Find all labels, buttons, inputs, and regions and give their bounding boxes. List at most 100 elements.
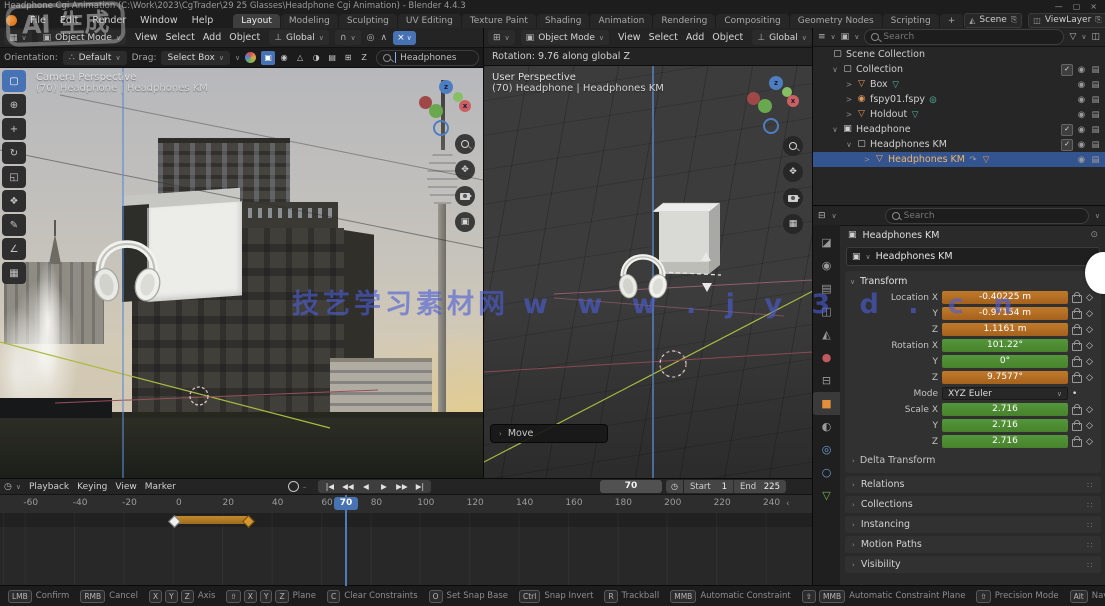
lock-icon[interactable]	[1072, 295, 1082, 303]
playback-button[interactable]: ◀	[357, 481, 374, 492]
animated-dot-icon[interactable]: •	[1072, 389, 1077, 399]
operator-panel[interactable]: › Move	[490, 424, 608, 443]
keyframe-diamond-icon[interactable]: ◇	[1086, 341, 1093, 351]
playback-button[interactable]: ▶▶	[393, 481, 410, 492]
gizmo-z-axis[interactable]: z	[769, 76, 783, 90]
filter-funnel-icon[interactable]: ▽	[1069, 32, 1076, 42]
keyframe-area[interactable]	[0, 513, 812, 586]
falloff-icon[interactable]: ∧	[380, 33, 387, 43]
grid-toggle-icon[interactable]: ▦	[783, 214, 803, 234]
viewport-menu[interactable]: Add	[683, 32, 707, 43]
properties-tab[interactable]: ⊟	[813, 369, 840, 392]
hide-eye-icon[interactable]	[1076, 64, 1087, 75]
orientation-default-dropdown[interactable]: ∴Default∨	[63, 51, 127, 65]
keyframe-range-bar[interactable]	[174, 516, 248, 524]
lock-icon[interactable]	[1072, 343, 1082, 351]
properties-tab[interactable]: ◎	[813, 438, 840, 461]
view-layer-selector[interactable]: ◫ ViewLayer ⎘	[1028, 13, 1105, 28]
workspace-tab[interactable]: UV Editing	[398, 14, 461, 28]
gizmo-z-axis[interactable]: z	[439, 80, 453, 94]
disable-render-icon[interactable]	[1090, 109, 1101, 120]
viewport-menu[interactable]: Object	[226, 32, 263, 43]
value-field[interactable]: 2.716	[942, 419, 1068, 432]
expand-arrow-icon[interactable]: >	[845, 95, 853, 104]
pan-hand-icon[interactable]: ✥	[783, 162, 803, 182]
expand-arrow-icon[interactable]: >	[845, 110, 853, 119]
outliner-item-label[interactable]: Headphone	[856, 124, 911, 135]
outliner-item-label[interactable]: Collection	[856, 64, 903, 75]
lock-icon[interactable]	[1072, 375, 1082, 383]
editor-type-button[interactable]: ⊞∨	[488, 30, 515, 45]
workspace-tab[interactable]: Geometry Nodes	[790, 14, 882, 28]
workspace-tab[interactable]: Animation	[590, 14, 652, 28]
tool-button[interactable]: ◱	[2, 166, 26, 188]
gizmo-x-axis[interactable]: x	[459, 100, 471, 112]
hide-eye-icon[interactable]	[1076, 139, 1087, 150]
auto-keying-icon[interactable]	[288, 481, 299, 492]
workspace-tab[interactable]: Shading	[537, 14, 590, 28]
exclude-checkbox[interactable]: ✓	[1061, 139, 1073, 151]
outliner-row[interactable]: > fspy01.fspy ◎ ✓	[813, 92, 1105, 107]
properties-search-input[interactable]: Search	[885, 208, 1089, 224]
expand-arrow-icon[interactable]: ∨	[831, 65, 839, 74]
workspace-tab[interactable]: Layout	[233, 14, 280, 28]
search-input[interactable]: Headphones	[376, 50, 479, 66]
disable-render-icon[interactable]	[1090, 124, 1101, 135]
playback-button[interactable]: ▶|	[411, 481, 428, 492]
value-field[interactable]: 9.7577°	[942, 371, 1068, 384]
gizmo-x-axis[interactable]: x	[787, 95, 799, 107]
outliner-row[interactable]: > Box ▽ ✓	[813, 77, 1105, 92]
zoom-icon[interactable]	[783, 136, 803, 156]
playback-button[interactable]: ◀◀	[339, 481, 356, 492]
menubar-menu[interactable]: Help	[186, 14, 220, 27]
workspace-tab[interactable]: Sculpting	[339, 14, 397, 28]
drag-mode-dropdown[interactable]: Select Box∨	[161, 51, 229, 65]
collapse-arrow-icon[interactable]: ‹	[786, 499, 790, 509]
overlay-options-icon[interactable]: ◫	[1091, 32, 1100, 42]
timeline-editor-icon[interactable]: ◷	[4, 482, 12, 492]
viewport-camera[interactable]: ▢⊕+↻◱❖✎∠▦ Camera Perspective (70) Headph…	[0, 68, 483, 478]
tool-button[interactable]: ▢	[2, 70, 26, 92]
hide-eye-icon[interactable]	[1076, 124, 1087, 135]
lock-view-icon[interactable]: ▣	[455, 212, 475, 232]
timeline-menu[interactable]: Keying	[73, 482, 111, 492]
tool-button[interactable]: ▦	[2, 262, 26, 284]
workspace-tab[interactable]: Scripting	[883, 14, 939, 28]
viewport-user[interactable]: User Perspective (70) Headphone | Headph…	[483, 66, 813, 478]
display-mode-icon[interactable]: ▣	[841, 32, 850, 42]
keyframe-diamond-icon[interactable]: ◇	[1086, 293, 1093, 303]
tool-button[interactable]: ↻	[2, 142, 26, 164]
properties-tab[interactable]: ◉	[813, 254, 840, 277]
outliner-item-label[interactable]: Headphones KM	[888, 154, 965, 165]
expand-arrow-icon[interactable]: ∨	[831, 125, 839, 134]
lock-icon[interactable]	[1072, 359, 1082, 367]
disable-render-icon[interactable]	[1090, 94, 1101, 105]
outliner-row[interactable]: ∨ Headphone ✓	[813, 122, 1105, 137]
properties-tab[interactable]: ▽	[813, 484, 840, 507]
menubar-menu[interactable]: Window	[134, 14, 183, 27]
hide-eye-icon[interactable]	[1076, 109, 1087, 120]
maximize-button[interactable]: ▢	[1073, 2, 1081, 11]
collapsed-panel[interactable]: › Visibility ::	[845, 556, 1101, 573]
current-frame-badge[interactable]: 70	[334, 497, 358, 510]
properties-tab[interactable]: ◐	[813, 415, 840, 438]
outliner-row[interactable]: > Headphones KM ↷ ▽ ✓	[813, 152, 1105, 167]
disable-render-icon[interactable]	[1090, 79, 1101, 90]
disable-render-icon[interactable]	[1090, 154, 1101, 165]
hide-eye-icon[interactable]	[1076, 154, 1087, 165]
hide-eye-icon[interactable]	[1076, 79, 1087, 90]
start-frame-field[interactable]: Start1	[684, 480, 734, 493]
pin-icon[interactable]: ⊙	[1090, 230, 1098, 240]
tool-settings-icon[interactable]: ▣	[261, 51, 275, 65]
object-name-field[interactable]: ▣∨ Headphones KM	[846, 247, 1100, 266]
collapsed-panel[interactable]: › Collections ::	[845, 496, 1101, 513]
disable-render-icon[interactable]	[1090, 139, 1101, 150]
outliner-item-label[interactable]: fspy01.fspy	[870, 94, 925, 105]
tool-settings-icon[interactable]: ◑	[309, 51, 323, 65]
timeline-menu[interactable]: View	[111, 482, 140, 492]
tool-settings-icon[interactable]: ⊞	[341, 51, 355, 65]
outliner-row[interactable]: > Holdout ▽ ✓	[813, 107, 1105, 122]
keyframe-diamond-icon[interactable]: ◇	[1086, 309, 1093, 319]
tool-settings-icon[interactable]: Z	[357, 51, 371, 65]
snap-dropdown[interactable]: ∩∨	[335, 30, 361, 45]
